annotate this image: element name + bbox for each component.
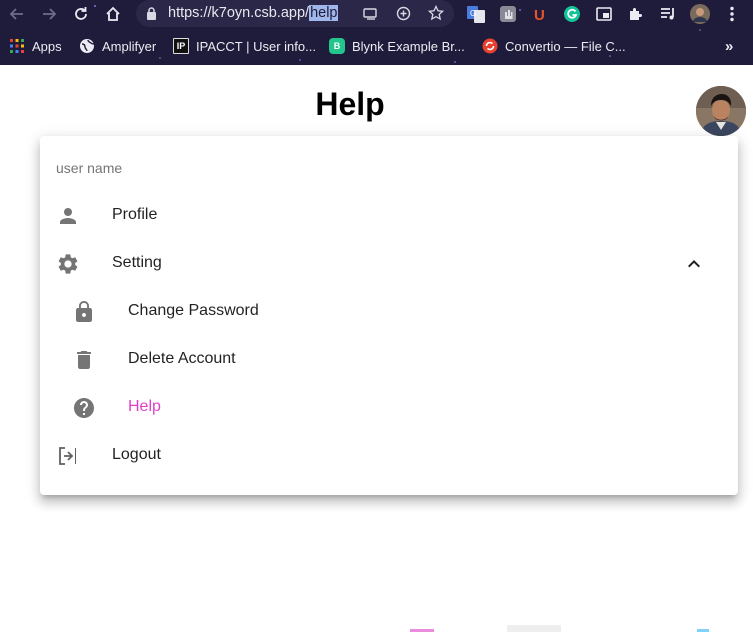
picture-in-picture-icon: [596, 7, 612, 21]
playlist-icon: [661, 8, 674, 20]
bookmark-apps[interactable]: Apps: [9, 34, 62, 58]
user-photo-icon: [696, 86, 746, 136]
puzzle-icon: [630, 8, 642, 20]
reload-icon: [75, 7, 87, 20]
lock-icon: [76, 301, 92, 322]
hand-extension[interactable]: [498, 4, 518, 24]
browser-toolbar: https://k7oyn.csb.app/help G U: [0, 0, 753, 28]
cropped-element: [507, 625, 561, 632]
person-icon: [60, 208, 76, 224]
bookmark-convertio[interactable]: Convertio — File C...: [482, 34, 626, 58]
u-letter-icon: U: [534, 7, 545, 23]
double-chevron-right-icon: »: [725, 37, 734, 55]
blynk-icon: B: [329, 38, 345, 54]
menu-item-label: Help: [128, 398, 161, 415]
profile-button[interactable]: [690, 4, 710, 24]
bookmark-label: Amplifyer: [102, 38, 157, 54]
install-app-icon[interactable]: [363, 7, 379, 21]
more-bookmarks-button[interactable]: »: [725, 34, 733, 58]
menu-item-change-password[interactable]: Change Password: [40, 288, 738, 336]
convertio-icon: [482, 38, 498, 54]
media-control-button[interactable]: [658, 4, 678, 24]
page-content: Help user name Profile Setting Change Pa…: [0, 65, 753, 632]
page-title: Help: [315, 86, 385, 122]
address-bar[interactable]: https://k7oyn.csb.app/help: [136, 0, 454, 27]
menu-item-label: Delete Account: [128, 350, 236, 367]
menu-item-profile[interactable]: Profile: [40, 192, 738, 240]
zoom-icon[interactable]: [396, 6, 411, 21]
menu-item-label: Change Password: [128, 302, 259, 319]
svg-text:G: G: [470, 9, 476, 18]
grammarly-icon: [564, 6, 580, 22]
gear-icon: [58, 254, 78, 274]
bookmark-label: Convertio — File C...: [505, 38, 626, 54]
home-button[interactable]: [101, 2, 125, 26]
menu-subheader: user name: [56, 160, 123, 176]
reload-button[interactable]: [69, 2, 93, 26]
svg-text:U: U: [534, 7, 545, 23]
bookmarks-bar: Apps Amplifyer IP IPACCT | User info... …: [0, 34, 753, 58]
ipacct-icon: IP: [173, 38, 189, 54]
menu-item-setting[interactable]: Setting: [40, 240, 738, 288]
extensions-button[interactable]: [626, 4, 646, 24]
globe-icon: [80, 39, 95, 53]
bookmark-label: Blynk Example Br...: [352, 38, 465, 54]
u-extension[interactable]: U: [530, 4, 550, 24]
bookmark-blynk[interactable]: B Blynk Example Br...: [329, 34, 465, 58]
help-circle-icon: [74, 398, 94, 418]
hand-icon: [500, 6, 516, 22]
profile-avatar-icon: [690, 4, 710, 24]
back-button[interactable]: [5, 2, 29, 26]
grammarly-extension[interactable]: [562, 4, 582, 24]
browser-menu-button[interactable]: [722, 4, 742, 24]
avatar[interactable]: [696, 86, 746, 136]
arrow-left-icon: [9, 8, 23, 20]
browser-chrome: https://k7oyn.csb.app/help G U Apps Ampl…: [0, 0, 753, 65]
kebab-menu-icon: [730, 6, 734, 22]
bookmark-label: IPACCT | User info...: [196, 38, 316, 54]
url-text[interactable]: https://k7oyn.csb.app/help: [168, 5, 339, 21]
picture-in-picture-extension[interactable]: [594, 4, 614, 24]
account-menu: user name Profile Setting Change Passwor…: [40, 136, 738, 495]
home-icon: [106, 6, 120, 21]
menu-item-label: Logout: [112, 446, 161, 463]
menu-item-logout[interactable]: Logout: [40, 432, 738, 480]
menu-item-label: Profile: [112, 206, 158, 223]
forward-button[interactable]: [37, 2, 61, 26]
bookmark-amplifyer[interactable]: Amplifyer: [79, 34, 156, 58]
bookmark-ipacct[interactable]: IP IPACCT | User info...: [173, 34, 316, 58]
logout-icon: [59, 447, 76, 465]
trash-icon: [77, 351, 91, 369]
bookmark-label: Apps: [32, 38, 62, 54]
arrow-right-icon: [43, 8, 57, 20]
menu-item-help[interactable]: Help: [40, 384, 738, 432]
chevron-up-icon[interactable]: [682, 252, 706, 276]
translate-extension[interactable]: G: [466, 4, 486, 24]
apps-grid-icon: [10, 39, 24, 53]
menu-item-label: Setting: [112, 254, 162, 271]
star-icon[interactable]: [428, 5, 444, 21]
google-translate-icon: G: [467, 6, 485, 23]
lock-icon: [147, 7, 156, 20]
menu-item-delete-account[interactable]: Delete Account: [40, 336, 738, 384]
